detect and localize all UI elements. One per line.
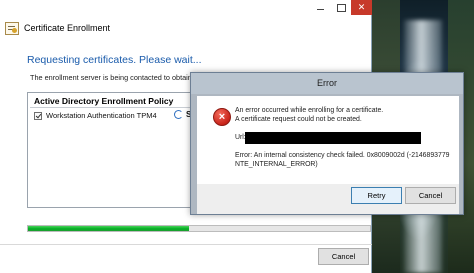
error-code: Error: An internal consistency check fai… [235, 152, 450, 159]
status-text: The enrollment server is being contacted… [30, 73, 192, 82]
minimize-button[interactable] [309, 0, 330, 15]
enrollment-progress-bar [27, 225, 371, 232]
dialog-message-area: × An error occurred while enrolling for … [197, 96, 459, 184]
workstation-authentication-checkbox[interactable] [34, 112, 42, 120]
page-heading: Requesting certificates. Please wait... [27, 54, 202, 66]
certificate-template-label: Workstation Authentication TPM4 [46, 111, 157, 120]
error-message: An error occurred while enrolling for a … [235, 107, 384, 114]
error-code-name: NTE_INTERNAL_ERROR) [235, 161, 318, 168]
error-icon: × [213, 108, 231, 126]
error-message-detail: A certificate request could not be creat… [235, 116, 362, 123]
window-title: Certificate Enrollment [24, 23, 111, 33]
maximize-button[interactable] [330, 0, 351, 15]
close-icon: ✕ [357, 2, 366, 12]
close-button[interactable]: ✕ [351, 0, 372, 15]
divider [0, 244, 372, 245]
dialog-title: Error [317, 78, 337, 88]
cancel-button[interactable]: Cancel [405, 187, 456, 204]
error-dialog: Error × An error occurred while enrollin… [190, 72, 464, 215]
busy-spinner-icon [174, 110, 183, 119]
dialog-titlebar: Error [191, 73, 463, 94]
cancel-enrollment-button[interactable]: Cancel [318, 248, 369, 265]
redacted-url [245, 132, 421, 144]
retry-button[interactable]: Retry [351, 187, 402, 204]
window-controls: ✕ [309, 0, 372, 15]
enrollment-policy-panel [27, 92, 195, 208]
checkmark-icon [35, 112, 42, 119]
divider [30, 107, 194, 108]
certificate-icon [5, 22, 19, 35]
policy-heading: Active Directory Enrollment Policy [34, 96, 174, 106]
progress-fill [28, 226, 189, 231]
